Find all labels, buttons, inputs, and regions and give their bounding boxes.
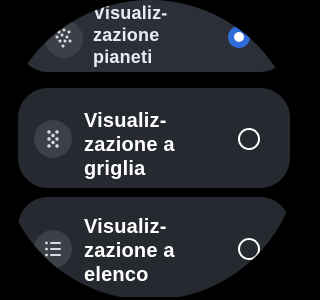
option-list-view[interactable]: Visualiz- zazione a elenco (18, 197, 290, 297)
label-line: Visualiz- (84, 216, 167, 238)
label-line: Visualiz- (84, 110, 167, 132)
watch-screen: Visualiz- zazione pianeti Visualiz- zazi… (0, 0, 300, 300)
radio-unselected[interactable] (238, 238, 260, 260)
option-grid-view[interactable]: Visualiz- zazione a griglia (18, 88, 290, 188)
option-list-label: Visualiz- zazione a elenco (84, 215, 175, 287)
planets-dots-icon (45, 20, 83, 58)
label-line: zazione (93, 25, 160, 45)
list-icon (34, 230, 72, 268)
option-planets-label: Visualiz- zazione pianeti (93, 2, 168, 68)
radio-dot (234, 32, 244, 42)
option-planets-view[interactable]: Visualiz- zazione pianeti (18, 0, 290, 72)
radio-selected[interactable] (228, 26, 250, 48)
label-line: elenco (84, 264, 149, 286)
label-line: Visualiz- (93, 3, 168, 23)
grid-dots-icon (34, 120, 72, 158)
label-line: pianeti (93, 47, 153, 67)
label-line: griglia (84, 158, 146, 180)
radio-unselected[interactable] (238, 128, 260, 150)
label-line: zazione a (84, 134, 175, 156)
label-line: zazione a (84, 240, 175, 262)
option-grid-label: Visualiz- zazione a griglia (84, 109, 175, 181)
